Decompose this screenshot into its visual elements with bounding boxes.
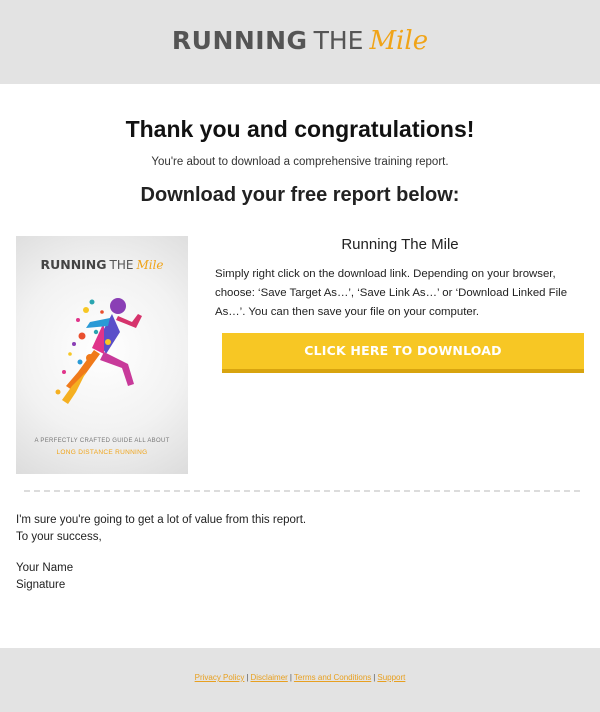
author-name: Your Name [16, 562, 74, 574]
product-title: Running The Mile [341, 236, 459, 253]
cover-title-running: RUNNING [40, 257, 107, 272]
cover-subtitle: LONG DISTANCE RUNNING [56, 449, 148, 456]
report-cover-image: RUNNING THE Mile A PERFECTLY CRAFTED GUIDE… [16, 236, 188, 474]
download-button[interactable]: CLICK HERE TO DOWNLOAD [222, 333, 584, 373]
closing-message: I'm sure you're going to get a lot of va… [16, 512, 306, 546]
footer-link-disclaimer[interactable]: Disclaimer [250, 673, 287, 682]
footer-link-support[interactable]: Support [377, 673, 405, 682]
footer-separator: | [246, 673, 249, 682]
footer-link-privacy-policy[interactable]: Privacy Policy [195, 673, 245, 682]
dashed-divider [24, 490, 580, 492]
download-instructions: Simply right click on the download link.… [215, 268, 568, 318]
page-title: Thank you and congratulations! [125, 116, 475, 142]
footer-separator: | [373, 673, 376, 682]
cover-title-mile: Mile [136, 258, 164, 272]
closing-line: I'm sure you're going to get a lot of va… [16, 514, 307, 526]
cover-title-the: THE [109, 258, 134, 272]
footer-links: Privacy Policy | Disclaimer | Terms and Cond… [0, 673, 600, 682]
footer-link-terms[interactable]: Terms and Conditions [294, 673, 371, 682]
signature-block: Your Name Signature [16, 560, 73, 594]
runner-illustration-icon [55, 298, 142, 404]
cover-tagline: A PERFECTLY CRAFTED GUIDE ALL ABOUT [34, 438, 170, 444]
author-signature: Signature [16, 579, 66, 591]
closing-salutation: To your success, [16, 531, 102, 543]
section-heading: Download your free report below: [140, 184, 460, 206]
logo-word-mile: Mile [369, 26, 429, 56]
footer-separator: | [289, 673, 292, 682]
site-logo[interactable]: RUNNING THE Mile [0, 26, 600, 56]
logo-word-running: RUNNING [171, 26, 308, 55]
page-subtitle: You're about to download a comprehensive… [151, 156, 449, 168]
cover-title: RUNNING THE Mile [16, 256, 188, 274]
site-header: RUNNING THE Mile [0, 0, 600, 84]
logo-word-the: THE [313, 26, 364, 55]
